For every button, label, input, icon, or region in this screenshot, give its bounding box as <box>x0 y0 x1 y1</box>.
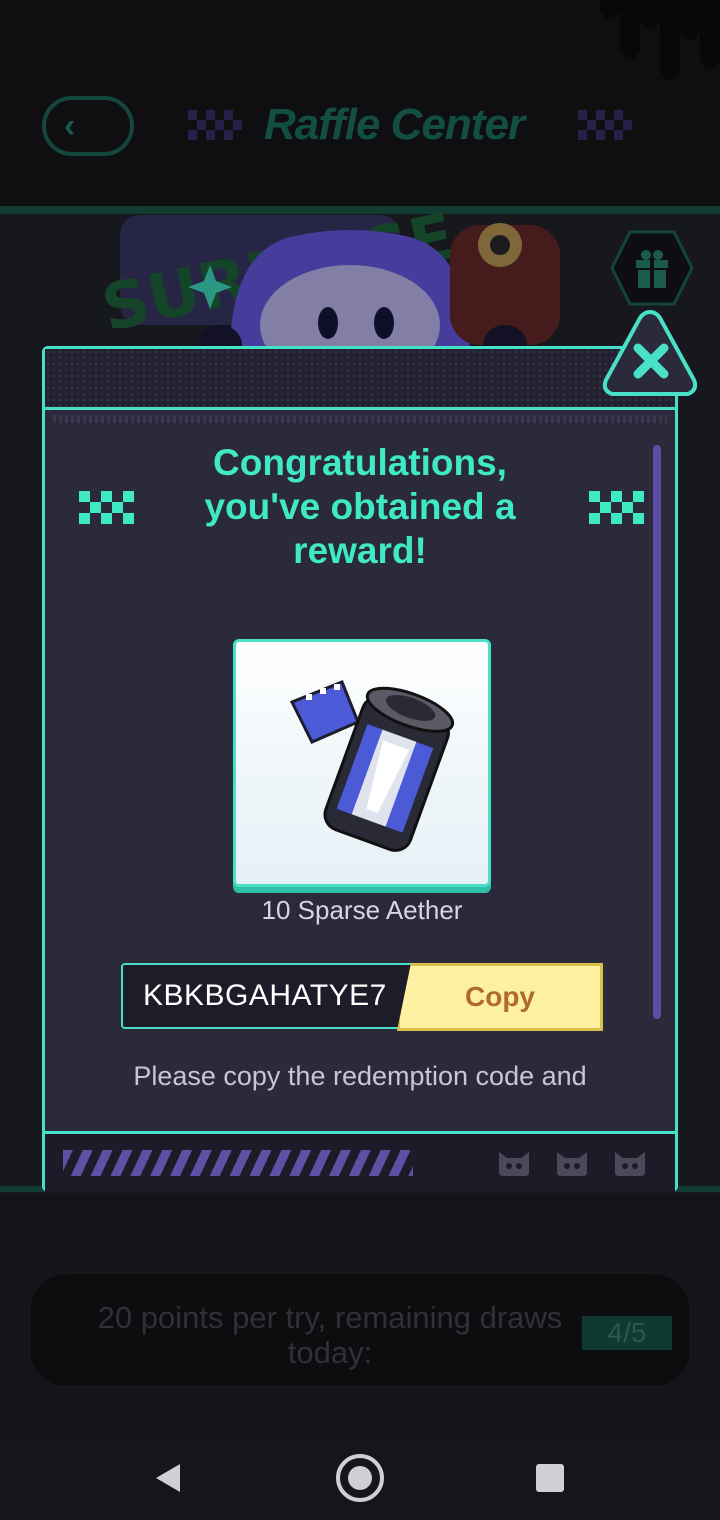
dialog-top-strip <box>53 415 667 423</box>
copy-button[interactable]: Copy <box>397 963 603 1031</box>
dialog-footer <box>45 1131 675 1192</box>
cat-face-icon <box>557 1152 587 1176</box>
footer-stripes <box>63 1150 413 1176</box>
redemption-code-text: KBKBGAHATYE7 <box>143 979 387 1012</box>
nav-home-icon[interactable] <box>334 1452 386 1504</box>
nav-recents-icon[interactable] <box>536 1464 564 1492</box>
close-button[interactable] <box>602 308 698 400</box>
cat-face-icon <box>499 1152 529 1176</box>
reward-card <box>233 639 491 887</box>
film-canister-icon <box>289 680 455 852</box>
cat-face-icon <box>615 1152 645 1176</box>
reward-dialog: Congratulations, you've obtained a rewar… <box>42 346 678 1192</box>
nav-back-icon[interactable] <box>150 1458 190 1498</box>
pixel-decoration-left <box>79 491 134 524</box>
redemption-code-field[interactable]: KBKBGAHATYE7 <box>121 963 421 1029</box>
dialog-heading: Congratulations, you've obtained a rewar… <box>204 442 516 571</box>
reward-name: 10 Sparse Aether <box>261 895 463 925</box>
dialog-scrollbar[interactable] <box>653 445 661 1019</box>
dialog-top-bar <box>45 349 675 410</box>
redemption-instructions: Please copy the redemption code and <box>133 1061 587 1091</box>
system-nav-bar <box>0 1440 720 1520</box>
pixel-decoration-right <box>589 491 644 524</box>
screen: ‹ Raffle Center SURPRISE <box>0 0 720 1520</box>
